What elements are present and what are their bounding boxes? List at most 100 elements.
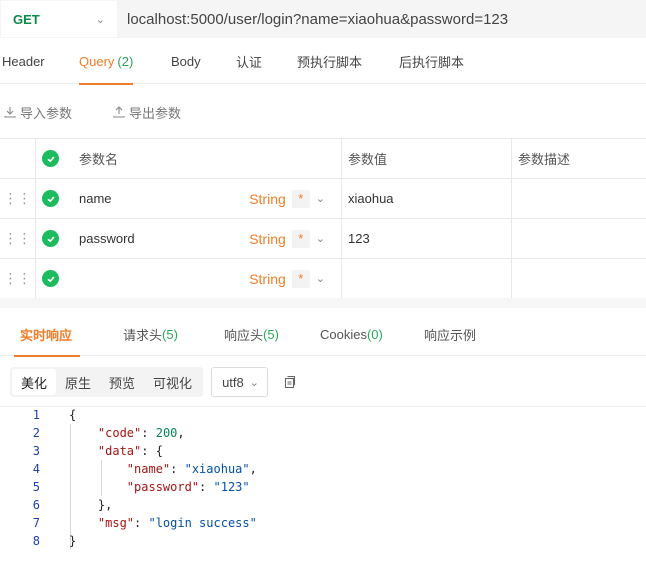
code-line: 3 "data": { [0, 442, 163, 460]
line-number: 2 [32, 426, 40, 440]
code-text: "password": "123" [126, 480, 250, 494]
check-circle-icon [42, 150, 59, 167]
mode-preview[interactable]: 预览 [100, 369, 144, 395]
tab-label: 认证 [236, 55, 263, 70]
tab-count: (5) [263, 326, 279, 342]
drag-header-cell [0, 139, 36, 178]
param-desc-field[interactable] [512, 179, 646, 218]
line-number: 4 [32, 462, 40, 476]
method-select[interactable]: GET ⌄ [1, 1, 117, 37]
code-text: }, [69, 498, 113, 512]
tab-label: Cookies [320, 326, 367, 342]
tab-response-examples[interactable]: 响应示例 [424, 312, 476, 356]
drag-handle-icon[interactable]: ⋮⋮ [0, 219, 36, 258]
divider [0, 406, 646, 407]
type-select[interactable]: String * ⌄ [249, 189, 325, 208]
code-text: "name": "xiaohua", [126, 462, 257, 476]
response-body-viewer[interactable]: 1 { 2 "code": 200, 3 "data": { 4 "name":… [0, 406, 646, 562]
check-circle-icon [42, 190, 59, 207]
tab-body[interactable]: Body [171, 40, 201, 84]
tab-label: Header [2, 54, 45, 69]
upload-icon [113, 106, 125, 118]
url-input[interactable]: localhost:5000/user/login?name=xiaohua&p… [127, 11, 508, 28]
required-toggle[interactable]: * [291, 269, 310, 288]
row-checkbox[interactable] [36, 219, 70, 258]
viewer-toolbar: 美化 原生 预览 可视化 utf8 ⌄ [10, 366, 296, 398]
tab-live-response[interactable]: 实时响应 [13, 312, 81, 357]
mode-pretty[interactable]: 美化 [12, 369, 57, 395]
table-header-row: 参数名 参数值 参数描述 [0, 139, 646, 179]
param-desc-field[interactable] [512, 259, 646, 298]
header-param-name: 参数名 [70, 139, 342, 178]
tab-pre-script[interactable]: 预执行脚本 [297, 40, 362, 84]
tab-response-headers[interactable]: 响应头 (5) [224, 312, 279, 356]
param-name-field[interactable]: password String * ⌄ [70, 219, 342, 258]
tab-query[interactable]: Query (2) [79, 40, 134, 85]
param-value-field[interactable] [342, 259, 512, 298]
chevron-down-icon: ⌄ [95, 13, 105, 26]
param-value-field[interactable]: xiaohua [342, 179, 512, 218]
tab-cookies[interactable]: Cookies (0) [320, 312, 383, 356]
chevron-down-icon: ⌄ [315, 273, 325, 285]
row-checkbox[interactable] [36, 179, 70, 218]
tab-label: Query [79, 54, 115, 69]
code-line: 8 } [0, 532, 76, 550]
type-select[interactable]: String * ⌄ [249, 269, 325, 288]
code-line: 7 "msg": "login success" [0, 514, 257, 532]
type-label: String [249, 190, 286, 207]
tab-header[interactable]: Header [2, 40, 45, 84]
table-row: ⋮⋮ name String * ⌄ xiaohua [0, 179, 646, 219]
request-tabs: Header Query (2) Body 认证 预执行脚本 后执行脚本 [0, 40, 646, 85]
header-param-value: 参数值 [342, 139, 512, 178]
code-text: } [69, 534, 77, 548]
view-mode-group: 美化 原生 预览 可视化 [10, 367, 204, 397]
header-label: 参数描述 [518, 152, 571, 167]
response-tabs: 实时响应 请求头 (5) 响应头 (5) Cookies (0) 响应示例 [0, 312, 646, 357]
request-url-bar: GET ⌄ localhost:5000/user/login?name=xia… [0, 0, 646, 38]
export-params-button[interactable]: 导出参数 [113, 103, 181, 122]
tab-request-headers[interactable]: 请求头 (5) [123, 312, 178, 356]
encoding-label: utf8 [222, 374, 244, 390]
import-label: 导入参数 [20, 105, 73, 121]
copy-icon [284, 375, 296, 389]
code-text: "data": { [97, 444, 163, 458]
line-number: 6 [32, 498, 40, 512]
drag-handle-icon[interactable]: ⋮⋮ [0, 259, 36, 298]
param-name-field[interactable]: name String * ⌄ [70, 179, 342, 218]
required-toggle[interactable]: * [291, 189, 310, 208]
header-label: 参数名 [79, 152, 119, 167]
mode-raw[interactable]: 原生 [56, 369, 100, 395]
code-text: "code": 200, [97, 426, 185, 440]
tab-label: 预执行脚本 [297, 55, 363, 70]
param-desc-field[interactable] [512, 219, 646, 258]
select-all-checkbox[interactable] [36, 139, 70, 178]
type-select[interactable]: String * ⌄ [249, 229, 325, 248]
chevron-down-icon: ⌄ [315, 193, 325, 205]
chevron-down-icon: ⌄ [315, 233, 325, 245]
tab-auth[interactable]: 认证 [236, 40, 262, 84]
copy-button[interactable] [282, 375, 296, 389]
encoding-select[interactable]: utf8 ⌄ [211, 367, 268, 397]
table-row: ⋮⋮ String * ⌄ [0, 259, 646, 299]
mode-visualize[interactable]: 可视化 [144, 369, 201, 395]
table-row: ⋮⋮ password String * ⌄ 123 [0, 219, 646, 259]
drag-handle-icon[interactable]: ⋮⋮ [0, 179, 36, 218]
required-toggle[interactable]: * [291, 229, 310, 248]
type-label: String [249, 230, 286, 247]
header-label: 参数值 [348, 152, 388, 167]
tab-post-script[interactable]: 后执行脚本 [399, 40, 464, 84]
type-label: String [249, 270, 286, 287]
param-value: xiaohua [348, 191, 394, 206]
import-params-button[interactable]: 导入参数 [4, 103, 72, 122]
download-icon [4, 107, 16, 118]
tab-count: (5) [162, 326, 178, 342]
param-name-field[interactable]: String * ⌄ [70, 259, 342, 298]
row-checkbox[interactable] [36, 259, 70, 298]
tab-label: Body [171, 54, 201, 69]
export-label: 导出参数 [129, 105, 182, 121]
header-param-desc: 参数描述 [512, 139, 646, 178]
chevron-down-icon: ⌄ [249, 376, 259, 389]
tab-label: 响应示例 [424, 327, 477, 343]
param-value-field[interactable]: 123 [342, 219, 512, 258]
tab-label: 请求头 [123, 327, 163, 343]
